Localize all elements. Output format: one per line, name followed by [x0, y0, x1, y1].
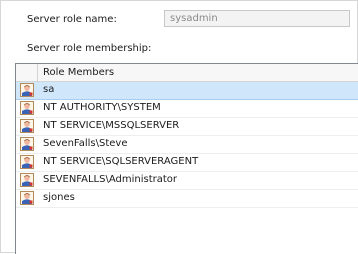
- user-icon: [20, 119, 34, 133]
- role-member-name: sjones: [43, 192, 75, 203]
- grid-header-corner: [16, 64, 38, 81]
- user-icon: [20, 137, 34, 151]
- role-member-name: NT SERVICE\SQLSERVERAGENT: [43, 156, 199, 167]
- table-row[interactable]: NT SERVICE\MSSQLSERVER: [16, 118, 358, 136]
- role-member-name: NT AUTHORITY\SYSTEM: [43, 102, 161, 113]
- grid-rows: sa NT AUTHORITY\SYSTEM NT SERVICE\MSSQLS…: [16, 82, 358, 208]
- user-icon: [20, 191, 34, 205]
- grid-header: Role Members: [16, 64, 358, 82]
- table-row[interactable]: sa: [16, 82, 358, 100]
- table-row[interactable]: NT AUTHORITY\SYSTEM: [16, 100, 358, 118]
- role-member-name: sa: [43, 84, 55, 95]
- role-member-name: SEVENFALLS\Administrator: [43, 174, 178, 185]
- role-member-name: SevenFalls\Steve: [43, 138, 128, 149]
- server-role-membership-label: Server role membership:: [27, 43, 152, 54]
- user-icon: [20, 83, 34, 97]
- role-member-name: NT SERVICE\MSSQLSERVER: [43, 120, 180, 131]
- table-row[interactable]: SevenFalls\Steve: [16, 136, 358, 154]
- user-icon: [20, 173, 34, 187]
- user-icon: [20, 155, 34, 169]
- role-members-grid[interactable]: Role Members sa NT AUTHORITY\SYSTEM NT S…: [15, 63, 358, 254]
- server-role-name-label: Server role name:: [27, 14, 117, 25]
- table-row[interactable]: SEVENFALLS\Administrator: [16, 172, 358, 190]
- server-role-properties-panel: Server role name: sysadmin Server role m…: [0, 0, 358, 254]
- column-header-role-members[interactable]: Role Members: [43, 67, 114, 78]
- user-icon: [20, 101, 34, 115]
- server-role-name-field[interactable]: sysadmin: [164, 10, 350, 27]
- table-row[interactable]: NT SERVICE\SQLSERVERAGENT: [16, 154, 358, 172]
- table-row[interactable]: sjones: [16, 190, 358, 208]
